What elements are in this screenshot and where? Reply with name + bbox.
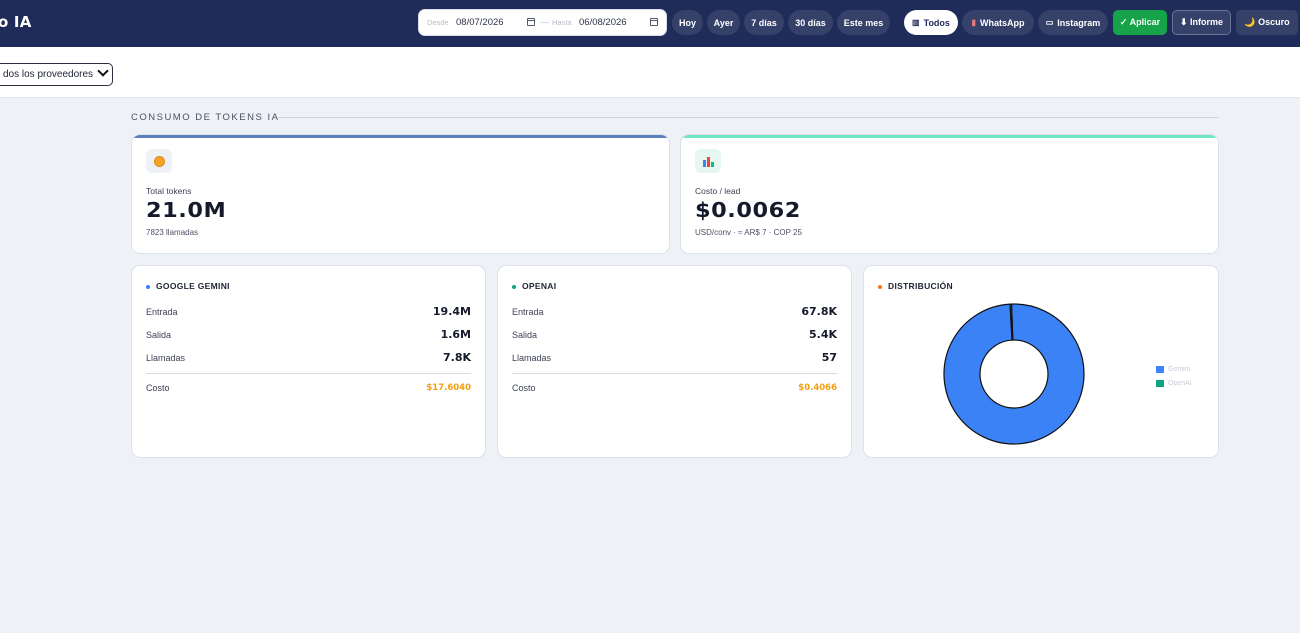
preset-7-days-button[interactable]: 7 días — [744, 10, 784, 35]
provider-card-gemini: GOOGLE GEMINI Entrada 19.4M Salida 1.6M Ll… — [131, 265, 486, 458]
apply-button[interactable]: ✓ Aplicar — [1113, 10, 1167, 35]
app-title: o IA — [0, 13, 32, 31]
divider — [512, 373, 837, 374]
distribution-title: DISTRIBUCIÓN — [878, 281, 953, 291]
kpi-label: Total tokens — [146, 186, 192, 196]
to-label: Hasta — [552, 18, 572, 27]
chevron-down-icon — [97, 65, 109, 77]
preset-this-month-button[interactable]: Este mes — [837, 10, 890, 35]
provider-select[interactable]: dos los proveedores — [0, 63, 113, 86]
provider-title: GOOGLE GEMINI — [146, 281, 230, 291]
stat-row-cost: Costo $0.4066 — [512, 383, 837, 393]
stat-row-cost: Costo $17.6040 — [146, 383, 471, 393]
legend-label: OpenAI — [1168, 379, 1192, 387]
preset-30-days-button[interactable]: 30 días — [788, 10, 833, 35]
divider — [146, 373, 471, 374]
calendar-icon[interactable] — [650, 18, 658, 26]
legend-label: Gemini — [1168, 365, 1191, 373]
stat-row-output: Salida 1.6M — [146, 328, 471, 341]
section-title: CONSUMO DE TOKENS IA — [131, 112, 280, 123]
chart-legend: Gemini OpenAI — [1156, 362, 1192, 390]
top-bar: o IA Desde 08/07/2026 — Hasta 06/08/2026… — [0, 0, 1300, 47]
stat-row-calls: Llamadas 57 — [512, 351, 837, 364]
stat-value: 7.8K — [442, 351, 471, 364]
channel-whatsapp-label: WhatsApp — [979, 17, 1025, 28]
bar-chart-icon — [695, 149, 721, 173]
status-dot — [878, 284, 882, 289]
provider-select-value: dos los proveedores — [3, 69, 94, 80]
kpi-value: $0.0062 — [695, 198, 801, 222]
range-separator: — — [540, 17, 549, 27]
stat-value: 19.4M — [432, 305, 471, 318]
kpi-subtext: USD/conv · ≈ AR$ 7 · COP 25 — [695, 228, 802, 237]
kpi-accent-line — [134, 135, 667, 138]
channel-whatsapp-button[interactable]: ▮ WhatsApp — [962, 10, 1034, 35]
kpi-card-total-tokens: Total tokens 21.0M 7823 llamadas — [131, 134, 670, 254]
calendar-icon[interactable] — [527, 18, 535, 26]
legend-swatch — [1156, 379, 1164, 387]
kpi-card-cost-per-lead: Costo / lead $0.0062 USD/conv · ≈ AR$ 7 … — [680, 134, 1219, 254]
status-dot — [146, 284, 150, 289]
preset-today-button[interactable]: Hoy — [672, 10, 703, 35]
stat-row-input: Entrada 19.4M — [146, 305, 471, 318]
stat-value: 1.6M — [440, 328, 471, 341]
stat-value: 67.8K — [801, 305, 837, 318]
dark-mode-toggle[interactable]: 🌙 Oscuro — [1236, 10, 1298, 35]
cost-value: $0.4066 — [798, 383, 837, 393]
stat-value: 57 — [821, 351, 837, 364]
channel-instagram-button[interactable]: ▭ Instagram — [1038, 10, 1108, 35]
legend-swatch — [1156, 365, 1164, 373]
status-dot — [512, 284, 516, 289]
kpi-value: 21.0M — [146, 198, 227, 222]
channel-all-label: Todos — [923, 17, 950, 28]
stat-row-calls: Llamadas 7.8K — [146, 351, 471, 364]
preset-yesterday-button[interactable]: Ayer — [707, 10, 740, 35]
pie-slice-gemini[interactable] — [942, 302, 1087, 447]
section-divider — [278, 117, 1219, 118]
kpi-accent-line — [683, 135, 1216, 138]
to-date-input[interactable]: 06/08/2026 — [579, 17, 627, 28]
whatsapp-icon: ▮ — [971, 18, 976, 27]
from-date-input[interactable]: 08/07/2026 — [456, 17, 504, 28]
donut-chart — [942, 302, 1087, 447]
provider-card-openai: OPENAI Entrada 67.8K Salida 5.4K Llamadas 5… — [497, 265, 852, 458]
legend-item[interactable]: Gemini — [1156, 362, 1192, 376]
filter-bar: dos los proveedores — [0, 47, 1300, 98]
stat-row-input: Entrada 67.8K — [512, 305, 837, 318]
chart-icon: ▥ — [912, 18, 920, 27]
distribution-card: DISTRIBUCIÓN Gemini OpenAI — [863, 265, 1219, 458]
legend-item[interactable]: OpenAI — [1156, 376, 1192, 390]
kpi-subtext: 7823 llamadas — [146, 228, 199, 237]
report-button[interactable]: ⬇ Informe — [1172, 10, 1231, 35]
from-label: Desde — [427, 18, 449, 27]
provider-title: OPENAI — [512, 281, 556, 291]
cost-value: $17.6040 — [426, 383, 471, 393]
kpi-label: Costo / lead — [695, 186, 741, 196]
channel-all-button[interactable]: ▥ Todos — [904, 10, 958, 35]
coin-icon — [146, 149, 172, 173]
date-range-picker[interactable]: Desde 08/07/2026 — Hasta 06/08/2026 — [418, 9, 667, 36]
channel-instagram-label: Instagram — [1057, 17, 1101, 28]
stat-value: 5.4K — [808, 328, 837, 341]
instagram-icon: ▭ — [1045, 18, 1054, 27]
stat-row-output: Salida 5.4K — [512, 328, 837, 341]
